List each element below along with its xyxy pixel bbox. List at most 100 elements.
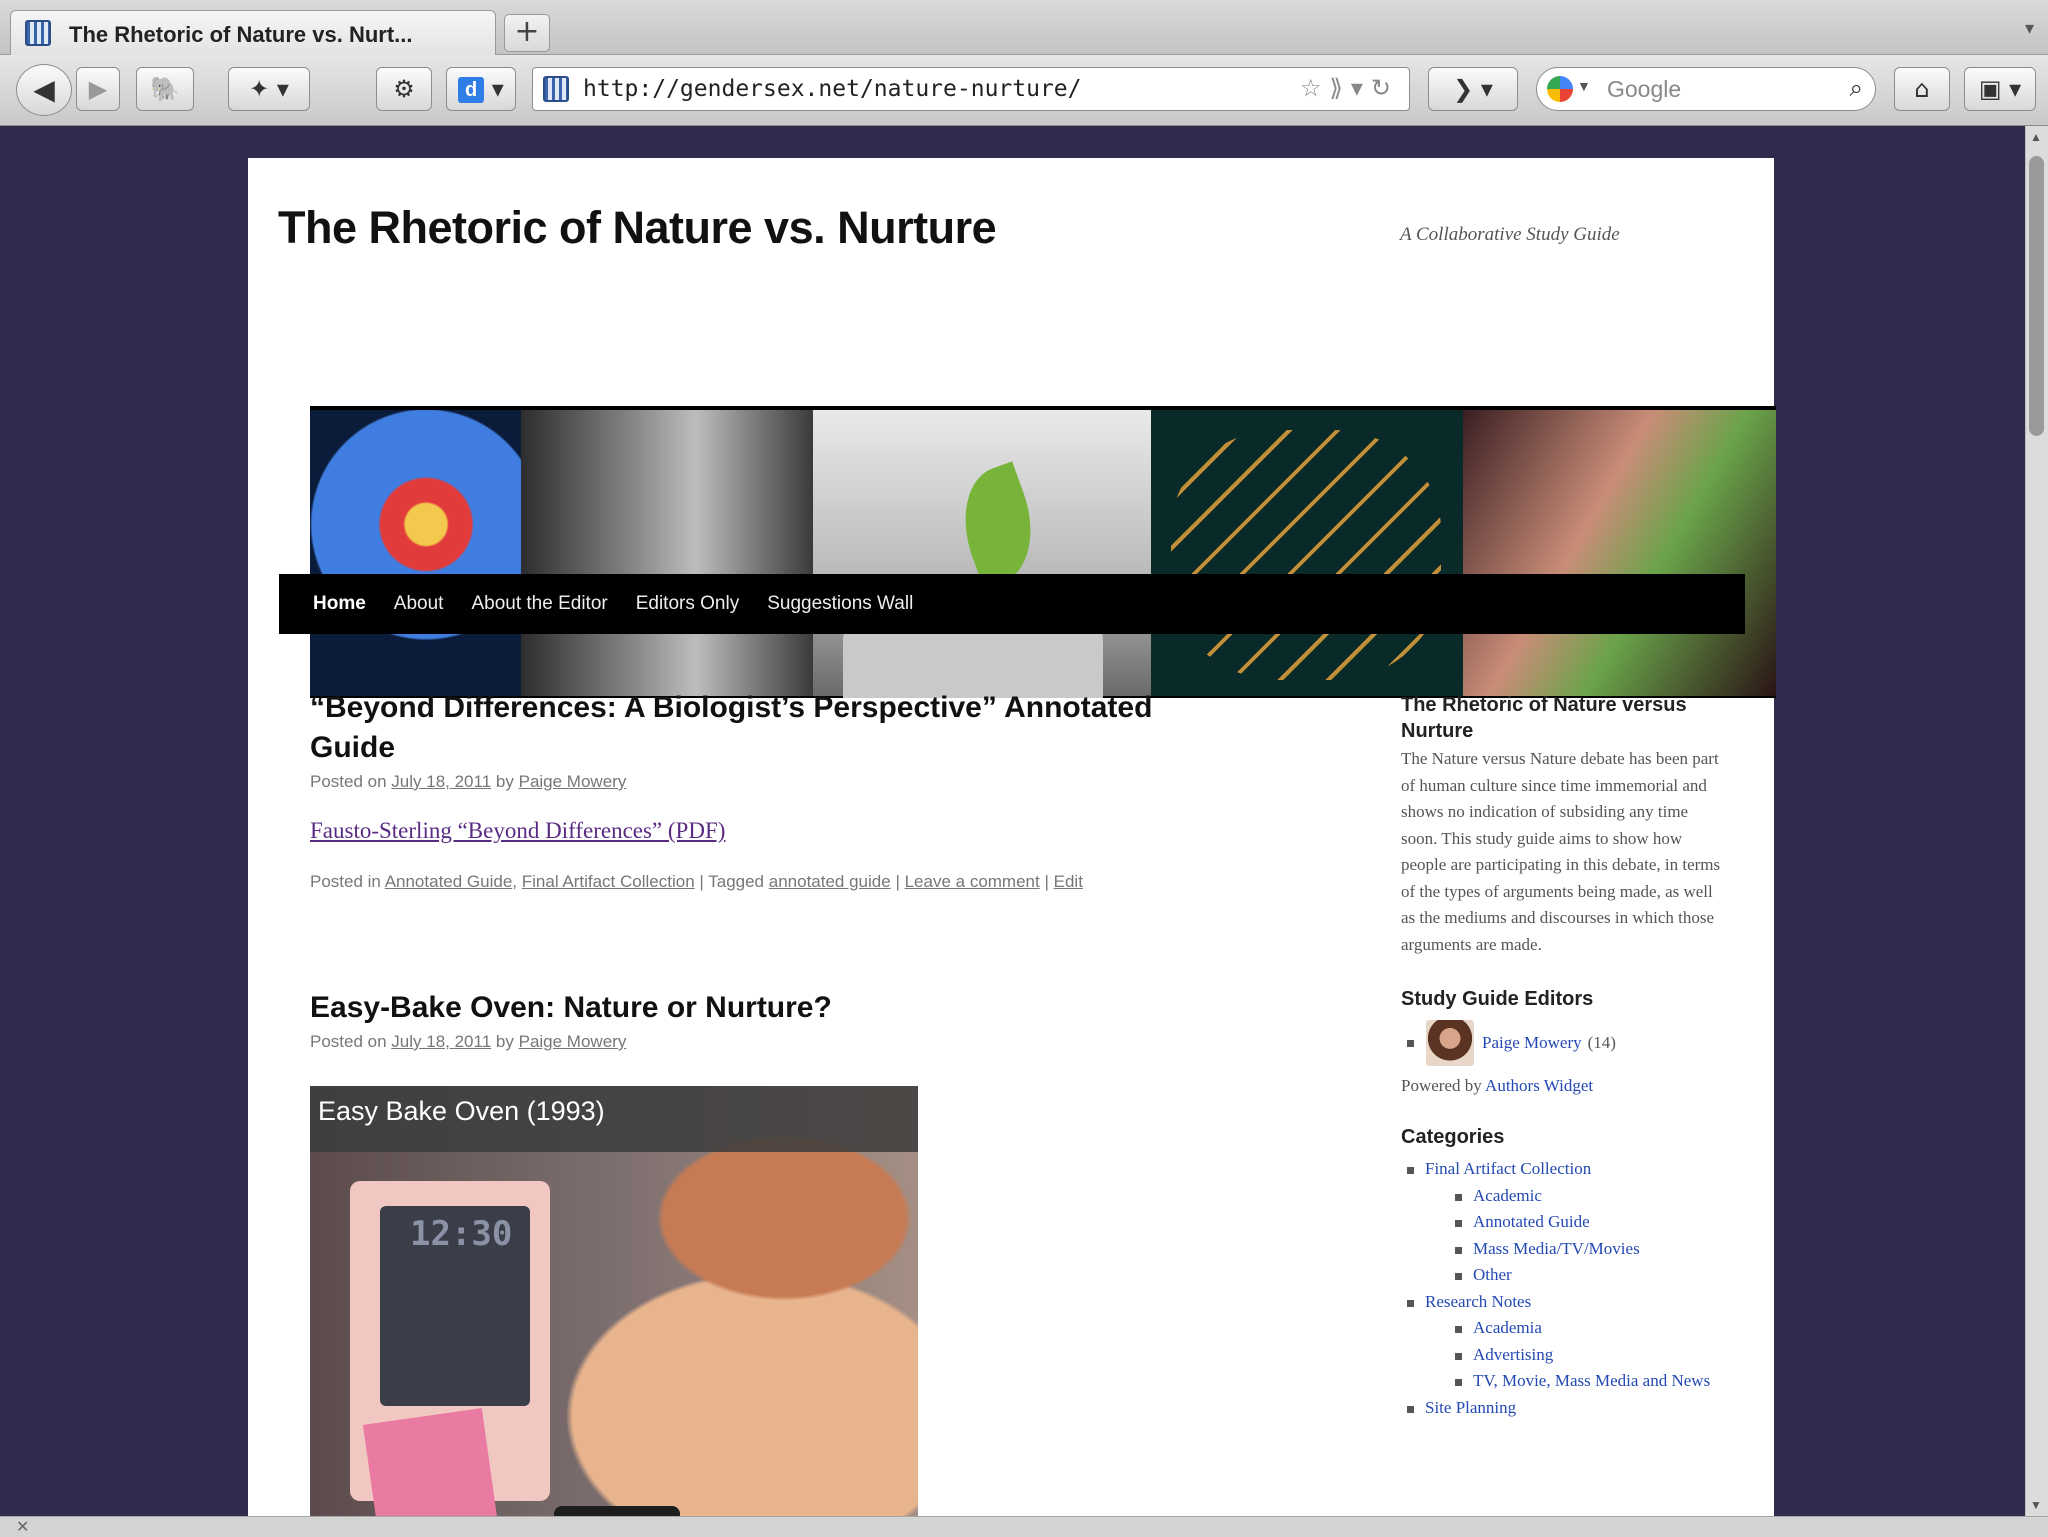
nav-item-suggestions-wall[interactable]: Suggestions Wall xyxy=(753,574,927,634)
addon-button[interactable]: ▣ ▾ xyxy=(1964,67,2036,111)
address-bar-icons[interactable]: ☆⟫▾↻ xyxy=(1300,74,1399,102)
new-tab-button[interactable]: + xyxy=(504,14,550,52)
helix-shape xyxy=(1171,430,1441,680)
search-icon[interactable]: ⌕ xyxy=(1850,74,1863,102)
vertical-scrollbar[interactable]: ▲ ▼ xyxy=(2025,126,2048,1516)
tab-title: The Rhetoric of Nature vs. Nurt... xyxy=(69,22,413,47)
category-link[interactable]: Annotated Guide xyxy=(1473,1212,1590,1231)
site-title[interactable]: The Rhetoric of Nature vs. Nurture xyxy=(278,202,997,254)
site-favicon-icon xyxy=(25,20,51,46)
category-link[interactable]: Other xyxy=(1473,1265,1512,1284)
forward-button[interactable]: ▶ xyxy=(76,67,120,111)
about-text: The Nature versus Nature debate has been… xyxy=(1401,749,1721,954)
separator: | xyxy=(699,872,704,891)
post-footer-meta: Posted in Annotated Guide, Final Artifac… xyxy=(310,872,1083,891)
scroll-down-icon[interactable]: ▼ xyxy=(2030,1498,2042,1512)
scrollbar-thumb[interactable] xyxy=(2029,156,2044,436)
avatar[interactable] xyxy=(1426,1020,1474,1066)
category-link[interactable]: Annotated Guide xyxy=(385,872,513,891)
powered-by: Powered by Authors Widget xyxy=(1401,1076,1721,1096)
page-viewport: The Rhetoric of Nature vs. Nurture A Col… xyxy=(0,126,2026,1516)
star-icon[interactable]: ☆ xyxy=(1300,74,1330,102)
main-navigation: Home About About the Editor Editors Only… xyxy=(279,574,1745,634)
play-button[interactable] xyxy=(554,1506,680,1516)
back-button[interactable]: ◀ xyxy=(16,64,72,116)
site-favicon-icon xyxy=(543,76,569,102)
sidebar: The Rhetoric of Nature versus Nurture Th… xyxy=(1401,692,1721,1449)
tab-bar: The Rhetoric of Nature vs. Nurt... + ▾ xyxy=(0,0,2048,55)
nav-item-editors-only[interactable]: Editors Only xyxy=(622,574,753,634)
post-title[interactable]: Easy-Bake Oven: Nature or Nurture? xyxy=(310,988,1210,1028)
list-item: Other xyxy=(1425,1262,1721,1289)
posted-in-label: Posted in xyxy=(310,872,381,891)
powered-by-label: Powered by xyxy=(1401,1076,1482,1095)
video-player[interactable]: 12:30 Easy Bake Oven (1993) xyxy=(310,1086,918,1516)
category-list: Final Artifact Collection Academic Annot… xyxy=(1401,1156,1721,1421)
rss-icon[interactable]: ⟫ xyxy=(1329,74,1350,102)
post-meta: Posted on July 18, 2011 by Paige Mowery xyxy=(310,1032,1210,1052)
post-title[interactable]: “Beyond Differences: A Biologist’s Persp… xyxy=(310,688,1210,768)
close-icon[interactable]: ✕ xyxy=(16,1517,29,1536)
authors-widget-link[interactable]: Authors Widget xyxy=(1485,1076,1593,1095)
category-link[interactable]: TV, Movie, Mass Media and News xyxy=(1473,1371,1710,1390)
bullet xyxy=(1407,1039,1414,1047)
scroll-up-icon[interactable]: ▲ xyxy=(2030,130,2042,144)
nav-item-about[interactable]: About xyxy=(380,574,458,634)
browser-tab[interactable]: The Rhetoric of Nature vs. Nurt... xyxy=(10,10,496,55)
widget-title: Study Guide Editors xyxy=(1401,988,1594,1010)
engine-dropdown-icon[interactable]: ▼ xyxy=(1577,78,1591,94)
post: Easy-Bake Oven: Nature or Nurture? Poste… xyxy=(310,988,1210,1516)
leave-comment-link[interactable]: Leave a comment xyxy=(905,872,1040,891)
list-item: Academic xyxy=(1425,1183,1721,1210)
category-link[interactable]: Mass Media/TV/Movies xyxy=(1473,1239,1640,1258)
navigation-toolbar: ◀ ▶ 🐘 ✦ ▾ ⚙ d ▾ http://gendersex.net/nat… xyxy=(0,55,2048,126)
category-link[interactable]: Research Notes xyxy=(1425,1292,1531,1311)
history-dropdown-icon[interactable]: ▾ xyxy=(1351,74,1371,102)
nav-item-home[interactable]: Home xyxy=(299,574,380,634)
post-date-link[interactable]: July 18, 2011 xyxy=(391,772,491,791)
category-link[interactable]: Advertising xyxy=(1473,1345,1553,1364)
tagged-label: Tagged xyxy=(708,872,765,891)
plant-in-hand-image xyxy=(813,410,1151,698)
extension-icon[interactable]: ⚙ xyxy=(376,67,432,111)
about-widget: The Rhetoric of Nature versus Nurture Th… xyxy=(1401,692,1721,958)
address-bar[interactable]: http://gendersex.net/nature-nurture/ ☆⟫▾… xyxy=(532,67,1410,111)
tab-list-icon[interactable]: ▾ xyxy=(2025,18,2034,39)
delicious-icon: d xyxy=(458,77,485,103)
reload-icon[interactable]: ↻ xyxy=(1371,74,1399,102)
category-link[interactable]: Site Planning xyxy=(1425,1398,1516,1417)
category-link[interactable]: Final Artifact Collection xyxy=(1425,1159,1591,1178)
video-title-bar[interactable]: Easy Bake Oven (1993) xyxy=(310,1086,918,1152)
search-placeholder: Google xyxy=(1607,76,1682,102)
nav-item-about-editor[interactable]: About the Editor xyxy=(457,574,621,634)
separator: | xyxy=(1044,872,1049,891)
editor-link[interactable]: Paige Mowery xyxy=(1482,1033,1582,1053)
author-link[interactable]: Paige Mowery xyxy=(519,772,627,791)
category-link[interactable]: Academia xyxy=(1473,1318,1542,1337)
author-link[interactable]: Paige Mowery xyxy=(519,1032,627,1051)
edit-link[interactable]: Edit xyxy=(1054,872,1083,891)
content-area: “Beyond Differences: A Biologist’s Persp… xyxy=(310,688,1210,1516)
go-button[interactable]: ❯ ▾ xyxy=(1428,67,1518,111)
post-meta: Posted on July 18, 2011 by Paige Mowery xyxy=(310,772,1210,792)
site-description: A Collaborative Study Guide xyxy=(1400,224,1620,245)
home-button[interactable]: ⌂ xyxy=(1894,67,1950,111)
widget-title: Categories xyxy=(1401,1126,1505,1148)
list-item: TV, Movie, Mass Media and News xyxy=(1425,1368,1721,1395)
category-link[interactable]: Academic xyxy=(1473,1186,1542,1205)
bookmark-menu-button[interactable]: ✦ ▾ xyxy=(228,67,310,111)
list-item: Site Planning xyxy=(1401,1395,1721,1422)
tag-link[interactable]: annotated guide xyxy=(769,872,891,891)
category-link[interactable]: Final Artifact Collection xyxy=(522,872,695,891)
delicious-button[interactable]: d ▾ xyxy=(446,67,516,111)
posted-on-label: Posted on xyxy=(310,772,387,791)
video-title[interactable]: Easy Bake Oven (1993) xyxy=(318,1096,605,1127)
evernote-icon[interactable]: 🐘 xyxy=(136,67,194,111)
post-date-link[interactable]: July 18, 2011 xyxy=(391,1032,491,1051)
portrait-image xyxy=(521,410,813,696)
search-bar[interactable]: ▼ Google ⌕ xyxy=(1536,67,1876,111)
status-bar: ✕ xyxy=(0,1516,2048,1537)
pdf-link[interactable]: Fausto-Sterling “Beyond Differences” (PD… xyxy=(310,818,1210,844)
pink-card-shape xyxy=(362,1408,498,1516)
google-icon[interactable] xyxy=(1547,76,1573,102)
